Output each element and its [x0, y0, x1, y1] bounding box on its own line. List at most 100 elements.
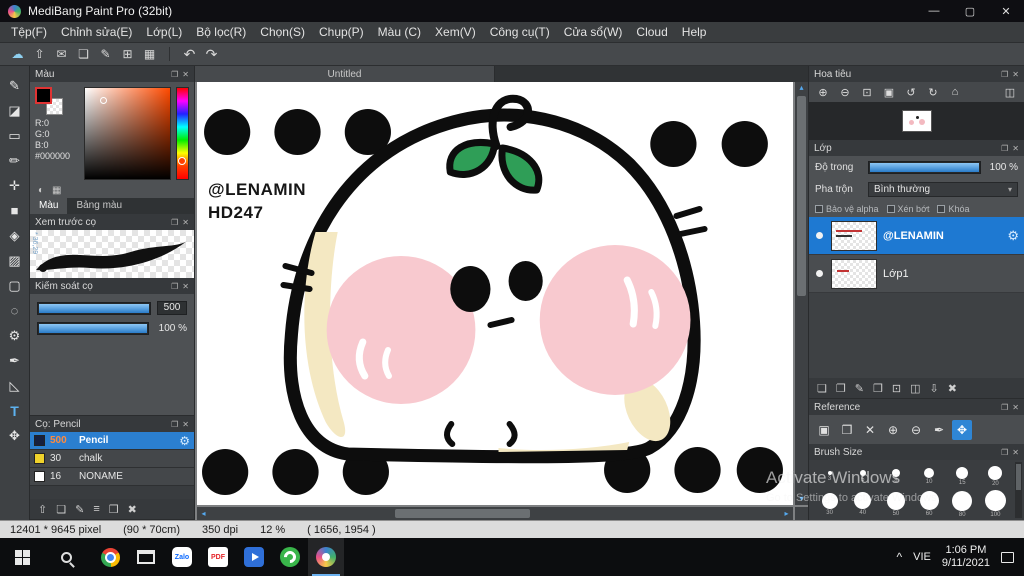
brush-size-slider[interactable]	[37, 301, 151, 315]
brush-size-scroll-thumb[interactable]	[1016, 464, 1021, 490]
taskbar-search-button[interactable]	[44, 538, 88, 576]
scroll-down-icon[interactable]: ▾	[795, 493, 808, 505]
brush-item-pencil[interactable]: 500 Pencil ⚙	[30, 432, 194, 450]
brush-tool[interactable]: ✎	[5, 76, 25, 95]
brush-size-option[interactable]: 3	[813, 462, 846, 490]
hue-slider[interactable]	[176, 87, 189, 180]
layer-visibility-toggle[interactable]	[816, 270, 823, 277]
close-panel-icon[interactable]: ✕	[182, 420, 189, 429]
menu-item-view[interactable]: Xem(V)	[428, 22, 483, 43]
undo-icon[interactable]: ↶	[180, 45, 199, 63]
brush-size-option[interactable]: 100	[979, 490, 1012, 518]
lock-checkbox[interactable]: Khóa	[937, 204, 970, 214]
delete-brush-icon[interactable]: ✖	[128, 503, 137, 516]
file-explorer-app-button[interactable]	[128, 538, 164, 576]
reference-hand-icon[interactable]: ✥	[952, 419, 972, 440]
menu-item-filter[interactable]: Bộ lọc(R)	[189, 22, 253, 43]
vertical-scrollbar[interactable]: ▴ ▾	[795, 82, 808, 505]
scroll-up-icon[interactable]: ▴	[795, 82, 808, 94]
brush-menu-icon[interactable]: ≡	[93, 503, 99, 515]
protect-alpha-checkbox[interactable]: Bảo vệ alpha	[815, 204, 879, 214]
menu-item-color[interactable]: Màu (C)	[371, 22, 428, 43]
brush-size-option[interactable]: 5	[846, 462, 879, 490]
eyedropper-tool[interactable]: ✒	[5, 351, 25, 370]
float-panel-icon[interactable]: ❐	[171, 70, 178, 79]
saturation-value-picker[interactable]	[84, 87, 171, 180]
fill-tool[interactable]: ■	[5, 201, 25, 220]
eraser-tool[interactable]: ◪	[5, 101, 25, 120]
float-panel-icon[interactable]: ❐	[171, 218, 178, 227]
brush-size-option[interactable]: 40	[846, 490, 879, 518]
hand-tool[interactable]: ✥	[5, 426, 25, 445]
select-tool[interactable]: ▢	[5, 276, 25, 295]
float-panel-icon[interactable]: ❐	[1001, 144, 1008, 153]
brush-size-option[interactable]: 20	[979, 462, 1012, 490]
comment-icon[interactable]: ✉	[52, 45, 71, 63]
brush-item-noname[interactable]: 16 NONAME	[30, 468, 194, 486]
close-panel-icon[interactable]: ✕	[182, 70, 189, 79]
chrome-app-button[interactable]	[92, 538, 128, 576]
rename-layer-icon[interactable]: ✎	[855, 382, 864, 395]
close-panel-icon[interactable]: ✕	[1012, 403, 1019, 412]
grid-icon[interactable]: ⊞	[118, 45, 137, 63]
zalo-app-button[interactable]: Zalo	[164, 538, 200, 576]
cloud-save-icon[interactable]: ☁	[8, 45, 27, 63]
menu-item-file[interactable]: Tệp(F)	[4, 22, 54, 43]
scroll-right-icon[interactable]: ▸	[780, 508, 793, 520]
float-panel-icon[interactable]: ❐	[171, 420, 178, 429]
menu-item-snap[interactable]: Chụp(P)	[312, 22, 371, 43]
upload-brush-icon[interactable]: ⇧	[38, 503, 47, 516]
shape-brush-tool[interactable]: ▭	[5, 126, 25, 145]
mask-icon[interactable]: ◫	[910, 382, 920, 395]
edit-brush-icon[interactable]: ✎	[75, 503, 84, 516]
rotate-left-icon[interactable]: ↺	[901, 86, 921, 99]
lasso-tool[interactable]: ◌	[5, 301, 25, 320]
foreground-color-swatch[interactable]	[35, 87, 52, 104]
taskbar-clock[interactable]: 1:06 PM 9/11/2021	[942, 544, 990, 570]
close-button[interactable]: ✕	[988, 0, 1024, 22]
delete-layer-icon[interactable]: ✖	[948, 382, 957, 395]
layer-opacity-slider[interactable]	[868, 160, 981, 174]
brush-item-chalk[interactable]: 30 chalk	[30, 450, 194, 468]
brush-size-option[interactable]: 10	[913, 462, 946, 490]
layer-settings-gear-icon[interactable]: ⚙	[1007, 228, 1019, 244]
reference-zoom-in-icon[interactable]: ⊕	[883, 420, 903, 440]
document-tab[interactable]: Untitled	[195, 66, 495, 82]
export-icon[interactable]: ⇧	[30, 45, 49, 63]
scroll-left-icon[interactable]: ◂	[197, 508, 210, 520]
layer-row-lop1[interactable]: Lớp1	[809, 255, 1024, 293]
menu-item-layer[interactable]: Lớp(L)	[139, 22, 189, 43]
rotate-right-icon[interactable]: ↻	[923, 86, 943, 99]
menu-item-select[interactable]: Chọn(S)	[253, 22, 312, 43]
flip-view-icon[interactable]: ◫	[1000, 86, 1020, 99]
medibang-app-button[interactable]	[308, 538, 344, 576]
language-indicator[interactable]: VIE	[913, 551, 931, 563]
menu-item-help[interactable]: Help	[675, 22, 714, 43]
gradient-tool[interactable]: ▨	[5, 251, 25, 270]
tab-palette[interactable]: Bảng màu	[67, 198, 131, 214]
float-panel-icon[interactable]: ❐	[1001, 70, 1008, 79]
merge-down-icon[interactable]: ⇩	[929, 382, 938, 395]
blend-mode-select[interactable]: Bình thường ▾	[868, 181, 1018, 197]
close-panel-icon[interactable]: ✕	[182, 282, 189, 291]
navigator-thumbnail[interactable]	[901, 110, 932, 132]
text-tool[interactable]: T	[5, 401, 25, 420]
close-panel-icon[interactable]: ✕	[182, 218, 189, 227]
minimize-button[interactable]: —	[916, 0, 952, 22]
brush-size-scrollbar[interactable]	[1015, 462, 1022, 518]
edit-doc-icon[interactable]: ✎	[96, 45, 115, 63]
menu-item-edit[interactable]: Chỉnh sửa(E)	[54, 22, 139, 43]
vertical-scroll-thumb[interactable]	[797, 96, 806, 296]
layer-visibility-toggle[interactable]	[816, 232, 823, 239]
clipping-checkbox[interactable]: Xén bớt	[886, 204, 929, 214]
layer-row-lenamin[interactable]: @LENAMIN ⚙	[809, 217, 1024, 255]
hue-cursor[interactable]	[178, 157, 186, 166]
operation-tool[interactable]: ⚙	[5, 326, 25, 345]
color-wheel-icon[interactable]: ◐	[38, 185, 44, 196]
horizontal-scrollbar[interactable]: ◂ ▸	[197, 507, 793, 520]
new-layer-icon[interactable]: ❏	[817, 382, 827, 395]
menu-item-window[interactable]: Cửa sổ(W)	[557, 22, 630, 43]
brush-size-option[interactable]: 8	[879, 462, 912, 490]
menu-item-cloud[interactable]: Cloud	[629, 22, 674, 43]
reference-zoom-out-icon[interactable]: ⊖	[906, 420, 926, 440]
